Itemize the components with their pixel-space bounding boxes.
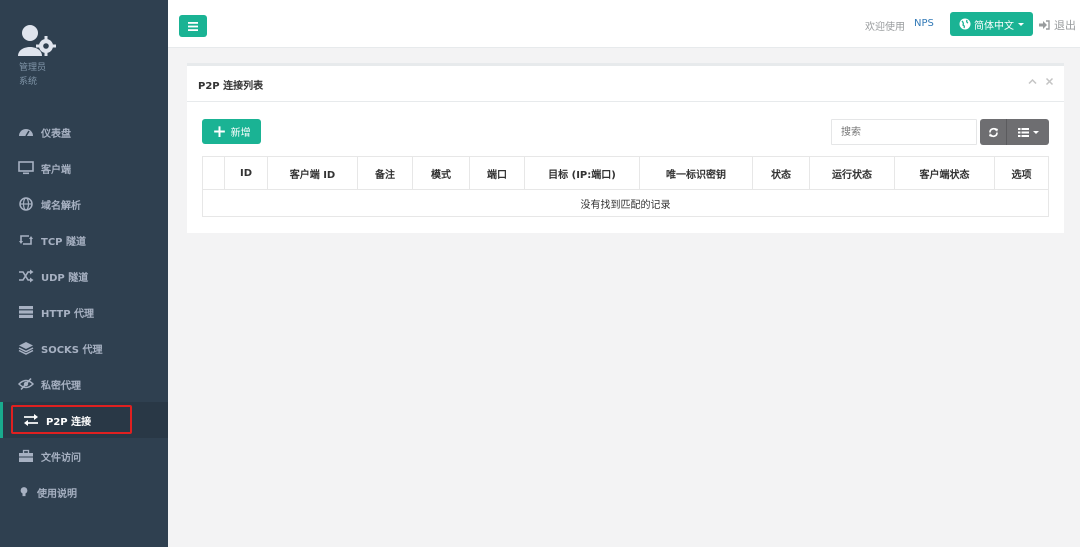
column-id[interactable]: ID xyxy=(224,156,268,190)
table-row: 没有找到匹配的记录 xyxy=(202,189,1049,217)
sidebar-item-domain[interactable]: 域名解析 xyxy=(0,186,168,222)
close-icon[interactable] xyxy=(1045,77,1054,86)
sidebar-item-label: 域名解析 xyxy=(41,200,81,212)
panel-tools xyxy=(1028,77,1054,86)
language-dropdown[interactable]: 简体中文 xyxy=(950,12,1033,36)
sidebar-item-label: UDP 隧道 xyxy=(41,272,89,284)
column-expand xyxy=(202,156,225,190)
top-navbar: 欢迎使用 NPS 简体中文 退出 xyxy=(168,0,1080,48)
desktop-icon xyxy=(18,161,34,175)
column-client-id[interactable]: 客户端 ID xyxy=(267,156,358,190)
welcome-text: 欢迎使用 xyxy=(865,22,905,33)
sidebar-item-label: TCP 隧道 xyxy=(41,236,86,248)
column-target[interactable]: 目标 (IP:端口) xyxy=(524,156,640,190)
layers-icon xyxy=(18,342,34,355)
profile-name: 管理员 xyxy=(19,63,47,73)
sidebar-item-clients[interactable]: 客户端 xyxy=(0,150,168,186)
sidebar-item-udp[interactable]: UDP 隧道 xyxy=(0,258,168,294)
sidebar-item-label: HTTP 代理 xyxy=(41,308,95,320)
columns-list-icon xyxy=(1017,127,1029,137)
logout-link[interactable]: 退出 xyxy=(1039,17,1076,33)
sidebar-item-secret[interactable]: 私密代理 xyxy=(0,366,168,402)
retweet-icon xyxy=(19,235,33,245)
dashboard-icon xyxy=(19,129,33,137)
panel-title: P2P 连接列表 xyxy=(198,81,264,92)
user-gear-icon xyxy=(18,25,56,56)
eye-slash-icon xyxy=(18,377,34,391)
chevron-up-icon[interactable] xyxy=(1028,77,1037,86)
sidebar-item-label: 文件访问 xyxy=(41,452,81,464)
search-input[interactable] xyxy=(831,119,977,145)
columns-toggle-button[interactable] xyxy=(1007,119,1049,145)
lightbulb-icon xyxy=(20,487,28,497)
briefcase-icon xyxy=(19,449,33,462)
empty-message: 没有找到匹配的记录 xyxy=(202,189,1049,217)
random-icon xyxy=(19,269,34,283)
p2p-list-panel: P2P 连接列表 + 新增 ID 客户端 ID 备注 模式 端口 xyxy=(187,63,1064,233)
globe-icon xyxy=(19,197,33,211)
column-port[interactable]: 端口 xyxy=(469,156,525,190)
p2p-table: ID 客户端 ID 备注 模式 端口 目标 (IP:端口) 唯一标识密钥 状态 … xyxy=(202,156,1049,217)
column-options[interactable]: 选项 xyxy=(994,156,1049,190)
globe-icon xyxy=(959,18,971,30)
table-header-row: ID 客户端 ID 备注 模式 端口 目标 (IP:端口) 唯一标识密钥 状态 … xyxy=(202,156,1049,190)
sidebar-item-file[interactable]: 文件访问 xyxy=(0,438,168,474)
server-icon xyxy=(19,306,33,318)
caret-down-icon xyxy=(1018,22,1024,26)
brand-link[interactable]: NPS xyxy=(914,18,934,29)
column-remark[interactable]: 备注 xyxy=(357,156,413,190)
logout-label: 退出 xyxy=(1054,19,1076,32)
sidebar-item-http[interactable]: HTTP 代理 xyxy=(0,294,168,330)
panel-header: P2P 连接列表 xyxy=(187,66,1064,102)
sidebar-item-help[interactable]: 使用说明 xyxy=(0,474,168,510)
profile[interactable]: 管理员 系统 xyxy=(17,24,157,94)
menu-toggle-button[interactable] xyxy=(179,15,207,37)
highlight-box xyxy=(11,405,132,434)
column-client-status[interactable]: 客户端状态 xyxy=(894,156,995,190)
refresh-button[interactable] xyxy=(980,119,1007,145)
sidebar-item-socks[interactable]: SOCKS 代理 xyxy=(0,330,168,366)
plus-icon: + xyxy=(212,121,227,142)
hamburger-icon xyxy=(188,21,198,31)
add-button-label: 新增 xyxy=(230,128,251,139)
sidebar-item-label: 仪表盘 xyxy=(41,128,71,140)
sidebar: 管理员 系统 仪表盘 客户端 域名解析 TCP 隧道 UDP 隧道 HTTP 代… xyxy=(0,0,168,547)
table-toolbar xyxy=(980,119,1049,145)
sidebar-item-label: 客户端 xyxy=(41,164,71,176)
sidebar-item-tcp[interactable]: TCP 隧道 xyxy=(0,222,168,258)
profile-role: 系统 xyxy=(19,77,38,87)
column-key[interactable]: 唯一标识密钥 xyxy=(639,156,753,190)
column-run-status[interactable]: 运行状态 xyxy=(809,156,895,190)
refresh-icon xyxy=(988,127,998,137)
sign-out-icon xyxy=(1039,20,1050,30)
sidebar-item-label: 私密代理 xyxy=(41,380,81,392)
caret-down-icon xyxy=(1032,130,1039,134)
sidebar-item-dashboard[interactable]: 仪表盘 xyxy=(0,114,168,150)
sidebar-item-label: SOCKS 代理 xyxy=(41,344,103,356)
add-button[interactable]: + 新增 xyxy=(202,119,261,144)
language-label: 简体中文 xyxy=(974,20,1014,32)
sidebar-item-p2p[interactable]: P2P 连接 xyxy=(0,402,168,438)
column-status[interactable]: 状态 xyxy=(752,156,810,190)
column-mode[interactable]: 模式 xyxy=(412,156,470,190)
sidebar-item-label: 使用说明 xyxy=(37,488,77,500)
